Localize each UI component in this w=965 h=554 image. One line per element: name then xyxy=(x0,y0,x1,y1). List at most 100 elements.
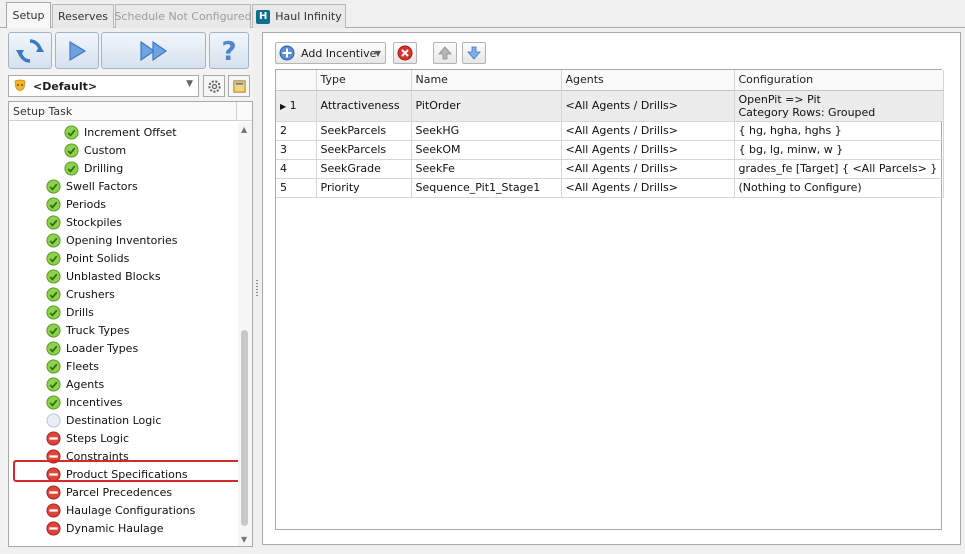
tree-item-label: Drilling xyxy=(84,161,124,175)
check-icon xyxy=(46,322,61,338)
tree-item[interactable]: Drills xyxy=(46,303,94,321)
row-number-cell: 2 xyxy=(276,121,317,141)
name-cell[interactable]: SeekFe xyxy=(411,159,562,179)
delete-button[interactable] xyxy=(393,42,417,64)
move-down-button[interactable] xyxy=(462,42,486,64)
configuration-cell[interactable]: (Nothing to Configure) xyxy=(734,178,944,198)
tab-haul-infinity[interactable]: H Haul Infinity xyxy=(252,4,346,28)
column-header-agents[interactable]: Agents xyxy=(561,70,735,91)
haul-infinity-icon: H xyxy=(256,9,271,24)
move-up-button[interactable] xyxy=(433,42,457,64)
profile-edit-button[interactable] xyxy=(228,75,250,97)
tree-item[interactable]: Destination Logic xyxy=(46,411,161,429)
panel-splitter[interactable] xyxy=(253,32,261,547)
tree-item[interactable]: Increment Offset xyxy=(64,123,177,141)
tree-item[interactable]: Crushers xyxy=(46,285,115,303)
table-row[interactable]: ▶ 1 Attractiveness PitOrder <All Agents … xyxy=(276,90,944,122)
type-cell[interactable]: SeekParcels xyxy=(316,121,412,141)
tree-item-label: Swell Factors xyxy=(66,179,138,193)
check-icon xyxy=(64,142,79,158)
tree-item[interactable]: Agents xyxy=(46,375,104,393)
arrow-up-icon xyxy=(438,46,452,60)
table-row[interactable]: 4 SeekGrade SeekFe <All Agents / Drills>… xyxy=(276,159,944,179)
tree-item[interactable]: Drilling xyxy=(64,159,123,177)
scroll-up-icon[interactable]: ▲ xyxy=(241,125,247,134)
type-cell[interactable]: Attractiveness xyxy=(316,90,412,122)
tree-item[interactable]: Parcel Precedences xyxy=(46,483,172,501)
tree-item[interactable]: Truck Types xyxy=(46,321,130,339)
profile-settings-button[interactable] xyxy=(203,75,225,97)
row-number: 4 xyxy=(280,162,287,175)
configuration-line: Category Rows: Grouped xyxy=(738,105,876,119)
tree-item[interactable]: Stockpiles xyxy=(46,213,122,231)
incentives-table: Type Name Agents Configuration ▶ 1 Attra… xyxy=(276,70,944,198)
type-cell[interactable]: Priority xyxy=(316,178,412,198)
tree-item-label: Increment Offset xyxy=(84,125,177,139)
refresh-button[interactable] xyxy=(8,32,52,69)
tree-header: Setup Task xyxy=(9,102,252,121)
tree-item[interactable]: Steps Logic xyxy=(46,429,129,447)
splitter-grip[interactable] xyxy=(256,280,258,296)
tree-item[interactable]: Point Solids xyxy=(46,249,129,267)
run-button[interactable] xyxy=(55,32,99,69)
scroll-down-icon[interactable]: ▼ xyxy=(241,535,247,544)
tree-item[interactable]: Periods xyxy=(46,195,106,213)
agents-cell[interactable]: <All Agents / Drills> xyxy=(561,121,735,141)
configuration-cell[interactable]: { hg, hgha, hghs } xyxy=(734,121,944,141)
tree-scrollbar[interactable]: ▲ ▼ xyxy=(238,122,252,546)
tab-reserves[interactable]: Reserves xyxy=(52,4,114,28)
column-header-type[interactable]: Type xyxy=(316,70,412,91)
profile-select[interactable]: <Default> ▼ xyxy=(8,75,199,97)
tree-item[interactable]: Swell Factors xyxy=(46,177,138,195)
tree-item-label: Parcel Precedences xyxy=(66,485,173,499)
run-all-button[interactable] xyxy=(101,32,206,69)
profile-mask-icon xyxy=(14,79,26,91)
tree-item[interactable]: Opening Inventories xyxy=(46,231,177,249)
configuration-cell[interactable]: OpenPit => Pit Category Rows: Grouped xyxy=(734,90,944,122)
configuration-cell[interactable]: grades_fe [Target] { <All Parcels> } xyxy=(734,159,944,179)
type-cell[interactable]: SeekParcels xyxy=(316,140,412,160)
chevron-down-icon[interactable]: ▼ xyxy=(375,49,381,58)
add-incentive-button[interactable]: Add Incentive ▼ xyxy=(275,42,386,64)
agents-cell[interactable]: <All Agents / Drills> xyxy=(561,90,735,122)
tab-label: Reserves xyxy=(58,10,108,23)
tree-item-label: Point Solids xyxy=(66,251,130,265)
tab-strip: Setup Reserves Schedule Not Configured H… xyxy=(0,0,965,28)
tree-item[interactable]: Fleets xyxy=(46,357,99,375)
help-icon: ? xyxy=(221,37,236,65)
tree-item[interactable]: Haulage Configurations xyxy=(46,501,195,519)
tree-item-label: Destination Logic xyxy=(66,413,162,427)
name-cell[interactable]: PitOrder xyxy=(411,90,562,122)
table-row[interactable]: 5 Priority Sequence_Pit1_Stage1 <All Age… xyxy=(276,178,944,198)
agents-cell[interactable]: <All Agents / Drills> xyxy=(561,140,735,160)
name-cell[interactable]: SeekOM xyxy=(411,140,562,160)
name-cell[interactable]: SeekHG xyxy=(411,121,562,141)
row-number-cell: 3 xyxy=(276,140,317,160)
column-header-configuration[interactable]: Configuration xyxy=(734,70,944,91)
tree-item[interactable]: Incentives xyxy=(46,393,122,411)
tab-schedule-not-configured: Schedule Not Configured xyxy=(114,4,252,28)
check-icon xyxy=(64,160,79,176)
agents-cell[interactable]: <All Agents / Drills> xyxy=(561,159,735,179)
help-button[interactable]: ? xyxy=(209,32,249,69)
check-icon xyxy=(46,178,61,194)
svg-text:?: ? xyxy=(221,37,236,65)
refresh-icon xyxy=(16,38,44,63)
column-header-name[interactable]: Name xyxy=(411,70,562,91)
tab-setup[interactable]: Setup xyxy=(6,2,51,28)
add-icon xyxy=(279,45,295,61)
tree-item-label: Haulage Configurations xyxy=(66,503,196,517)
table-row[interactable]: 2 SeekParcels SeekHG <All Agents / Drill… xyxy=(276,121,944,141)
type-cell[interactable]: SeekGrade xyxy=(316,159,412,179)
table-row[interactable]: 3 SeekParcels SeekOM <All Agents / Drill… xyxy=(276,140,944,160)
tree-item[interactable]: Dynamic Haulage xyxy=(46,519,164,537)
agents-cell[interactable]: <All Agents / Drills> xyxy=(561,178,735,198)
scroll-thumb[interactable] xyxy=(241,330,248,526)
configuration-cell[interactable]: { bg, lg, minw, w } xyxy=(734,140,944,160)
tree-item[interactable]: Loader Types xyxy=(46,339,138,357)
tree-header-divider xyxy=(236,102,237,121)
tree-item[interactable]: Unblasted Blocks xyxy=(46,267,161,285)
name-cell[interactable]: Sequence_Pit1_Stage1 xyxy=(411,178,562,198)
tree-item[interactable]: Custom xyxy=(64,141,126,159)
check-icon xyxy=(46,340,61,356)
